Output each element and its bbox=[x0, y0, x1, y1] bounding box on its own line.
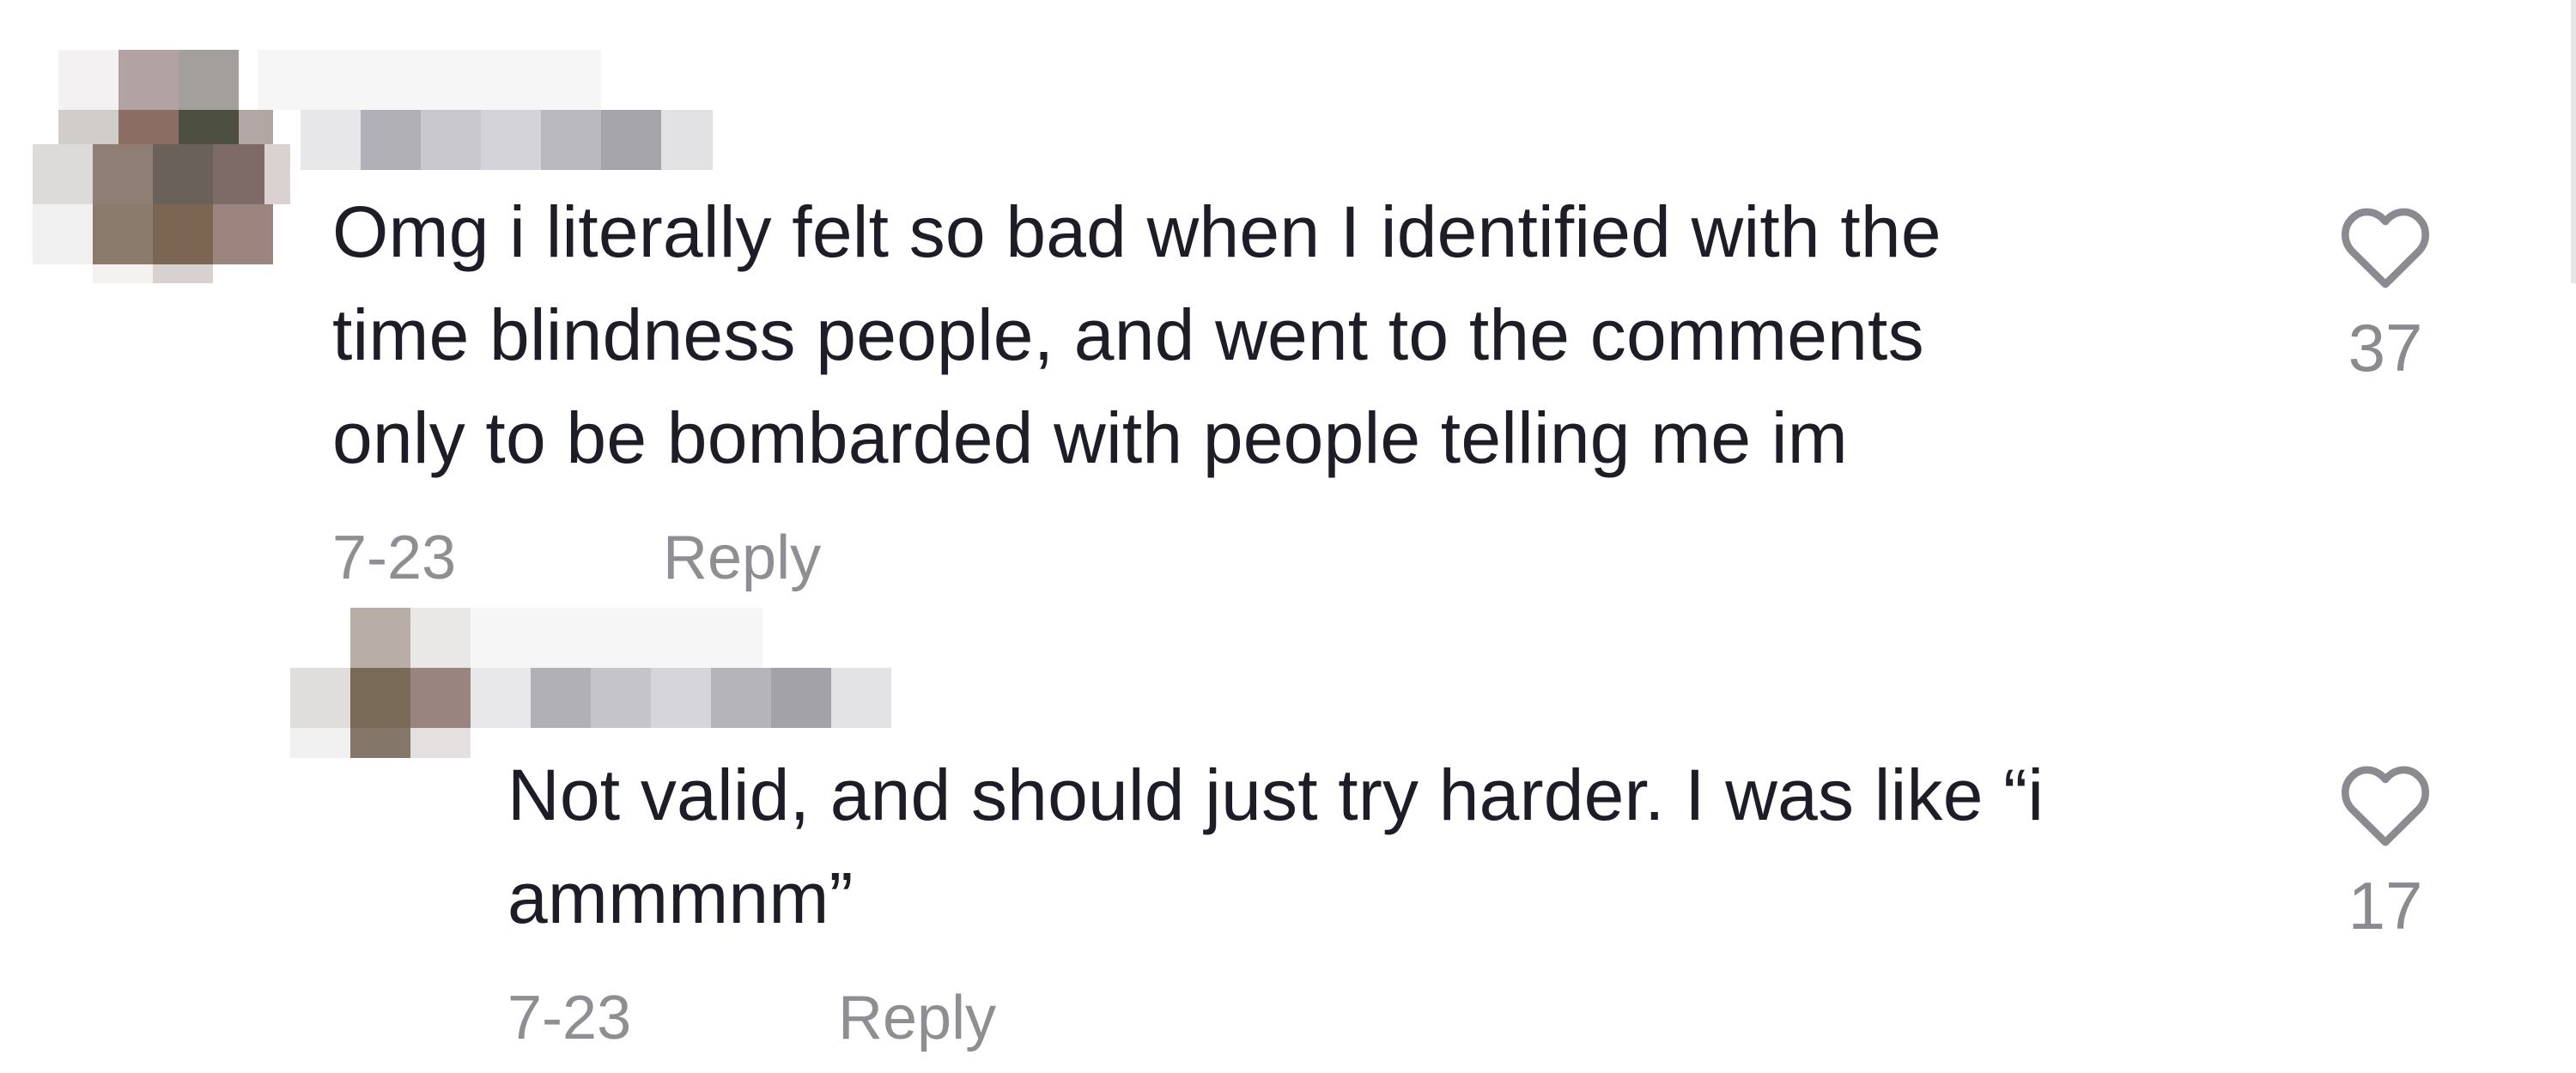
username[interactable] bbox=[471, 608, 891, 728]
comment-text-line: ammmnm” bbox=[507, 858, 854, 938]
like-button[interactable]: 17 bbox=[2304, 762, 2467, 944]
comment-text: Omg i literally felt so bad when I ident… bbox=[332, 180, 2264, 489]
heart-outline-icon bbox=[2337, 204, 2433, 290]
comment-text: Not valid, and should just try harder. I… bbox=[507, 743, 2276, 949]
comment-text-line: only to be bombarded with people telling… bbox=[332, 397, 1848, 478]
avatar[interactable] bbox=[290, 608, 471, 758]
comment-date: 7-23 bbox=[507, 984, 632, 1052]
scrollbar[interactable] bbox=[2571, 0, 2576, 283]
username[interactable] bbox=[258, 50, 713, 170]
heart-outline-icon bbox=[2337, 762, 2433, 848]
reply-button[interactable]: Reply bbox=[838, 982, 996, 1054]
like-count: 17 bbox=[2348, 868, 2423, 943]
like-count: 37 bbox=[2348, 310, 2423, 385]
avatar[interactable] bbox=[33, 50, 290, 283]
comment-text-line: time blindness people, and went to the c… bbox=[332, 294, 1924, 375]
comment-date: 7-23 bbox=[332, 524, 457, 592]
like-button[interactable]: 37 bbox=[2304, 204, 2467, 386]
comment-text-line: Omg i literally felt so bad when I ident… bbox=[332, 191, 1941, 272]
reply-button[interactable]: Reply bbox=[663, 522, 821, 594]
comment-text-line: Not valid, and should just try harder. I… bbox=[507, 755, 2044, 835]
